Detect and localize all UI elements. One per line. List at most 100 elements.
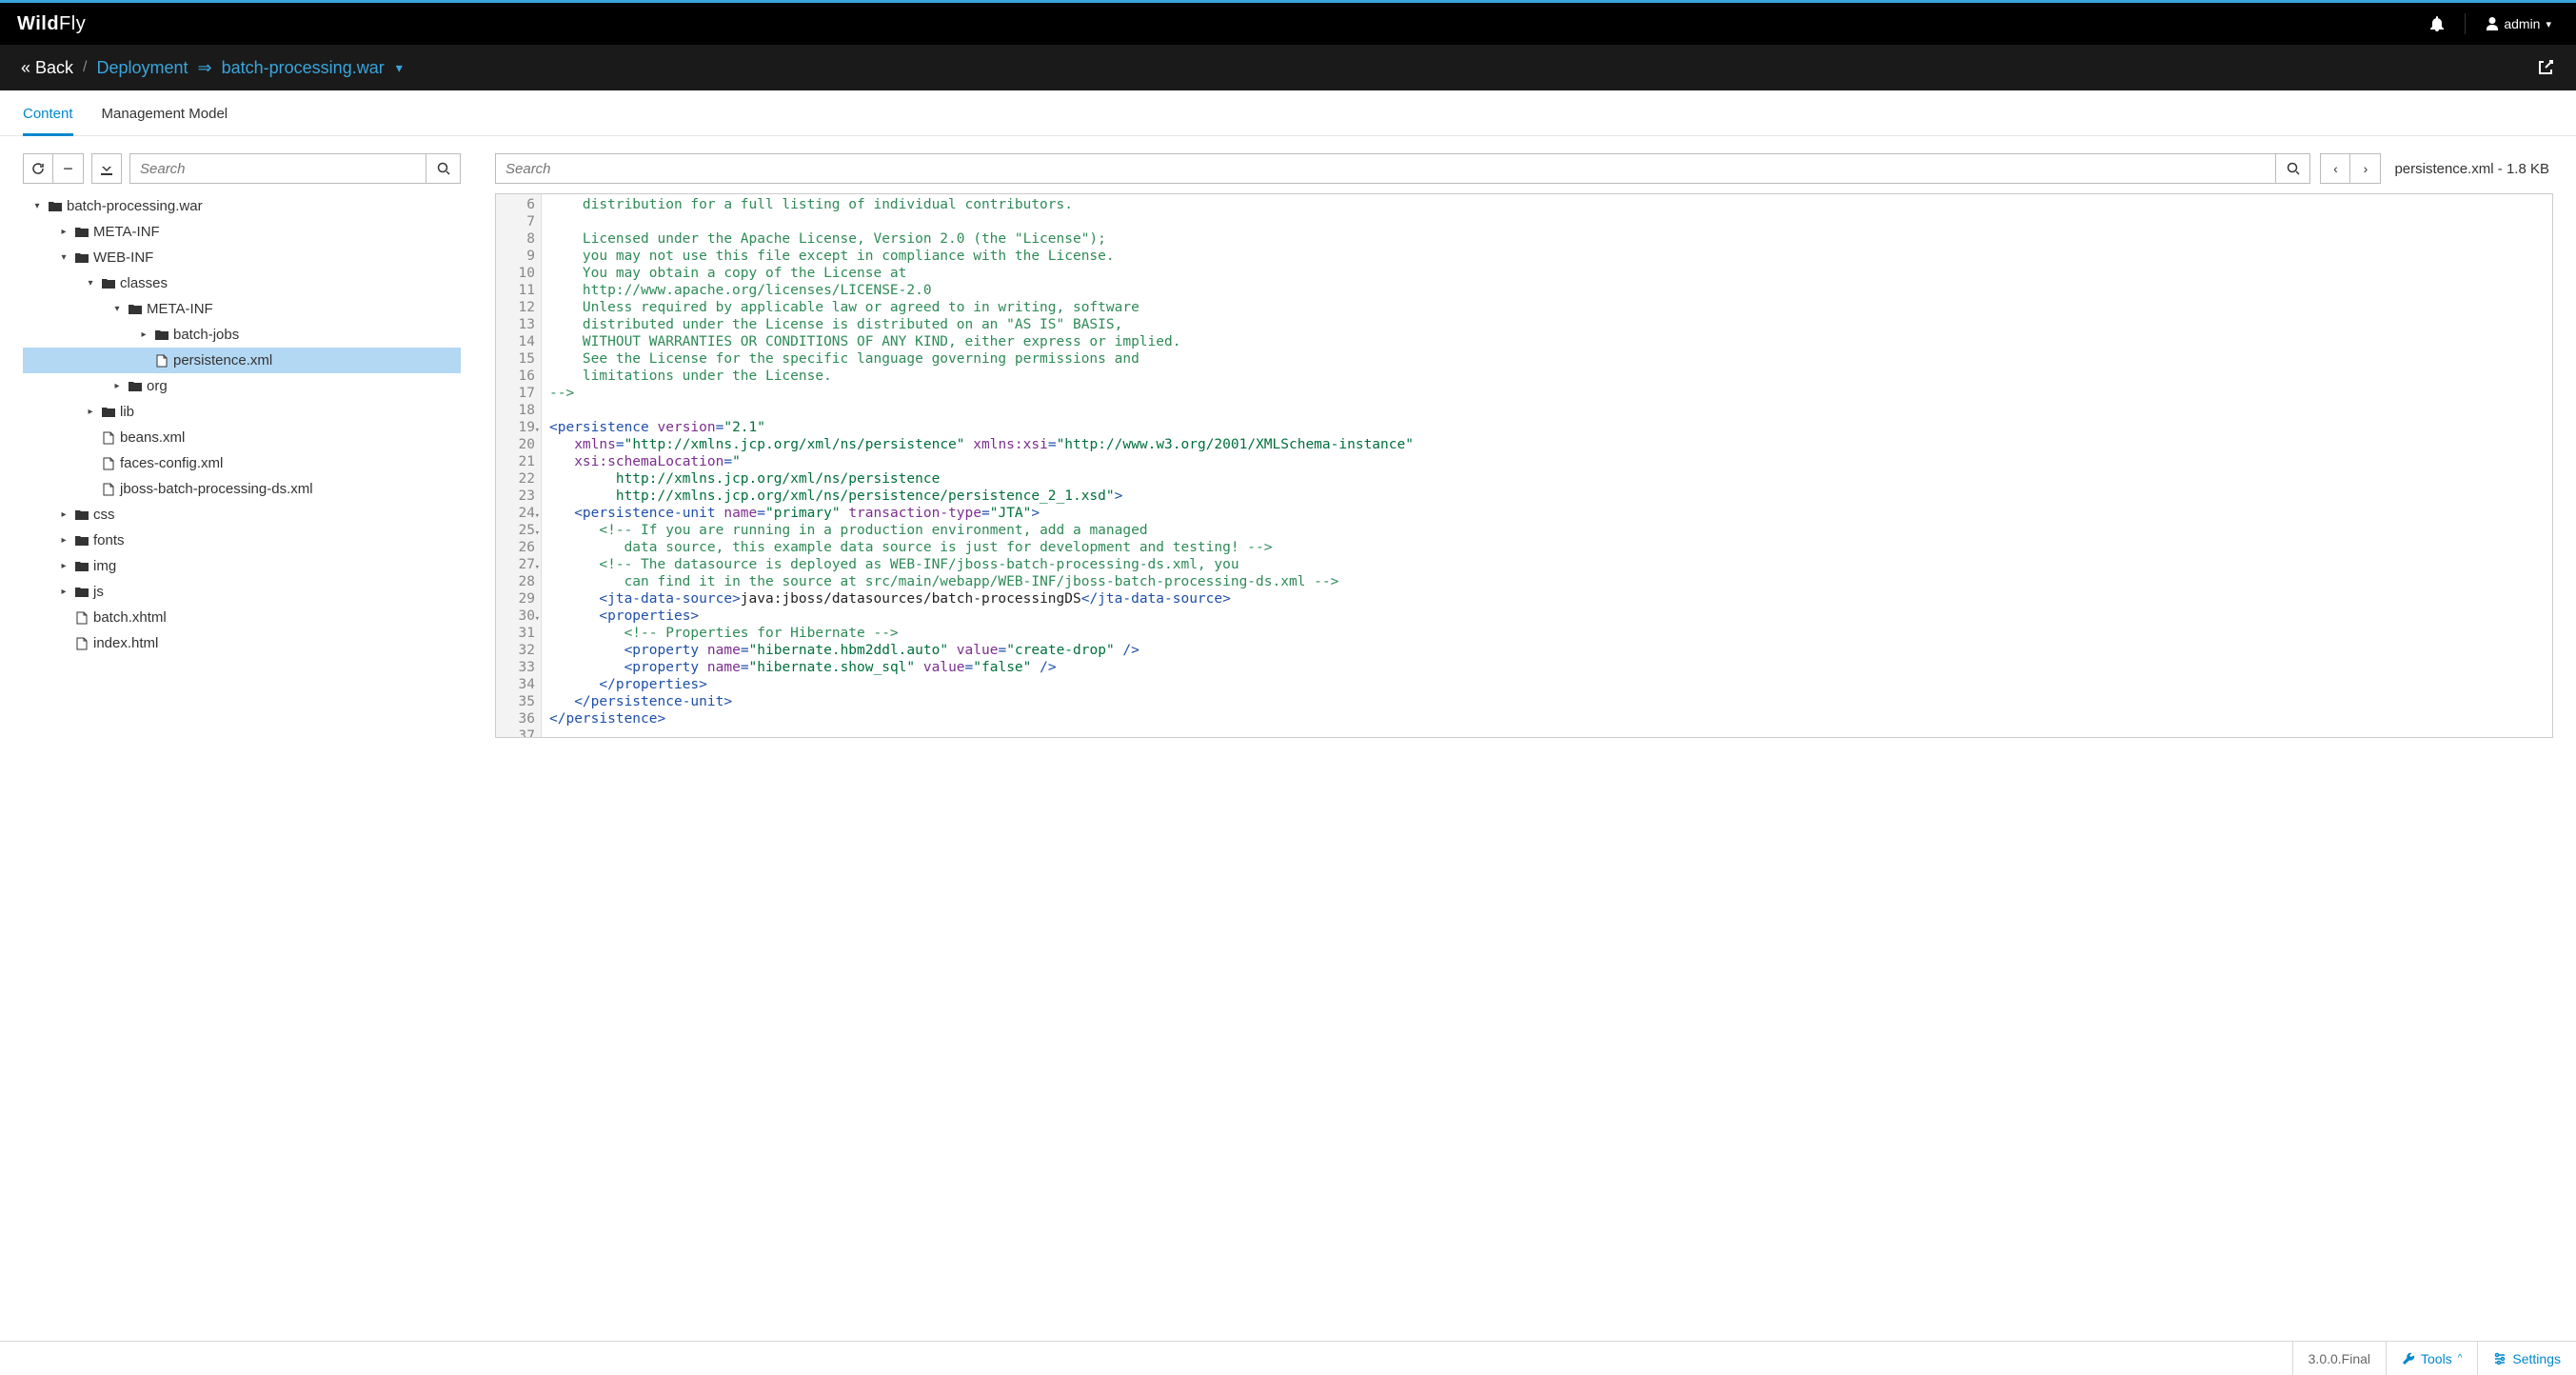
tree-item-root[interactable]: ▾ batch-processing.war bbox=[23, 193, 461, 219]
user-icon bbox=[2487, 17, 2498, 30]
version-label: 3.0.0.Final bbox=[2292, 1342, 2386, 1375]
tree-item-classes[interactable]: ▾ classes bbox=[23, 270, 461, 296]
refresh-button[interactable] bbox=[23, 153, 53, 184]
minus-icon: − bbox=[63, 160, 73, 177]
code-search-input[interactable] bbox=[495, 153, 2276, 184]
folder-icon bbox=[72, 252, 91, 264]
tree-item-web-inf[interactable]: ▾ WEB-INF bbox=[23, 245, 461, 270]
download-icon bbox=[100, 162, 113, 175]
folder-icon bbox=[152, 329, 171, 341]
back-link[interactable]: « Back bbox=[21, 58, 73, 78]
notifications-button[interactable] bbox=[2423, 10, 2451, 37]
expand-toggle-icon[interactable]: ▸ bbox=[55, 587, 72, 597]
breadcrumb: « Back / Deployment ⇒ batch-processing.w… bbox=[21, 58, 403, 78]
expand-toggle-icon[interactable]: ▸ bbox=[55, 535, 72, 546]
right-pane: ‹ › persistence.xml - 1.8 KB 67891011121… bbox=[495, 153, 2553, 738]
expand-toggle-icon[interactable]: ▾ bbox=[29, 201, 46, 211]
folder-icon bbox=[126, 381, 145, 392]
tree-item-classes-meta-inf[interactable]: ▾ META-INF bbox=[23, 296, 461, 322]
tree-item-beans-xml[interactable]: beans.xml bbox=[23, 425, 461, 450]
breadcrumb-arrow: ⇒ bbox=[198, 58, 212, 78]
editor-code: distribution for a full listing of indiv… bbox=[542, 194, 2552, 737]
tree-search-button[interactable] bbox=[426, 153, 461, 184]
expand-toggle-icon[interactable]: ▸ bbox=[55, 227, 72, 237]
folder-icon bbox=[72, 587, 91, 598]
folder-icon bbox=[99, 407, 118, 418]
left-pane: − ▾ batch-processing.war ▸ META-INF bbox=[23, 153, 461, 738]
topbar: WildFly admin ▾ bbox=[0, 3, 2576, 45]
footer: 3.0.0.Final Tools ^ Settings bbox=[0, 1341, 2576, 1375]
tree-item-css[interactable]: ▸ css bbox=[23, 502, 461, 528]
file-info-label: persistence.xml - 1.8 KB bbox=[2390, 161, 2553, 177]
tree-item-meta-inf[interactable]: ▸ META-INF bbox=[23, 219, 461, 245]
brand: WildFly bbox=[17, 13, 86, 35]
right-toolbar: ‹ › persistence.xml - 1.8 KB bbox=[495, 153, 2553, 184]
file-icon bbox=[99, 483, 118, 496]
expand-toggle-icon[interactable]: ▾ bbox=[109, 304, 126, 314]
external-link-icon bbox=[2536, 58, 2555, 77]
topbar-separator bbox=[2465, 13, 2466, 34]
search-prev-button[interactable]: ‹ bbox=[2320, 153, 2350, 184]
user-name: admin bbox=[2504, 16, 2540, 31]
file-tree: ▾ batch-processing.war ▸ META-INF ▾ WEB-… bbox=[23, 193, 461, 656]
expand-toggle-icon[interactable]: ▸ bbox=[55, 561, 72, 571]
editor-gutter: 678910111213141516171819▾2021222324▾25▾2… bbox=[496, 194, 542, 737]
expand-toggle-icon[interactable]: ▾ bbox=[55, 252, 72, 263]
sliders-icon bbox=[2493, 1352, 2507, 1365]
tree-item-img[interactable]: ▸ img bbox=[23, 553, 461, 579]
tabs: Content Management Model bbox=[0, 92, 2576, 136]
tree-item-lib[interactable]: ▸ lib bbox=[23, 399, 461, 425]
refresh-icon bbox=[31, 162, 45, 175]
breadcrumb-dropdown[interactable]: ▾ bbox=[396, 60, 403, 76]
folder-icon bbox=[72, 561, 91, 572]
search-next-button[interactable]: › bbox=[2350, 153, 2381, 184]
file-icon bbox=[99, 457, 118, 470]
breadcrumb-bar: « Back / Deployment ⇒ batch-processing.w… bbox=[0, 45, 2576, 90]
tree-item-batch-xhtml[interactable]: batch.xhtml bbox=[23, 605, 461, 630]
folder-icon bbox=[126, 304, 145, 315]
tab-management-model[interactable]: Management Model bbox=[102, 92, 228, 135]
expand-toggle-icon[interactable]: ▸ bbox=[109, 381, 126, 391]
settings-menu[interactable]: Settings bbox=[2477, 1342, 2576, 1375]
expand-toggle-icon[interactable]: ▾ bbox=[82, 278, 99, 289]
user-menu[interactable]: admin ▾ bbox=[2479, 10, 2559, 37]
file-icon bbox=[99, 431, 118, 445]
tree-item-batch-jobs[interactable]: ▸ batch-jobs bbox=[23, 322, 461, 348]
tree-item-js[interactable]: ▸ js bbox=[23, 579, 461, 605]
folder-icon bbox=[72, 509, 91, 521]
tree-item-index-html[interactable]: index.html bbox=[23, 630, 461, 656]
chevron-right-icon: › bbox=[2364, 161, 2368, 176]
download-button[interactable] bbox=[91, 153, 122, 184]
expand-toggle-icon[interactable]: ▸ bbox=[82, 407, 99, 417]
folder-icon bbox=[72, 227, 91, 238]
tree-item-org[interactable]: ▸ org bbox=[23, 373, 461, 399]
code-editor[interactable]: 678910111213141516171819▾2021222324▾25▾2… bbox=[495, 193, 2553, 738]
search-icon bbox=[437, 162, 450, 175]
bell-icon bbox=[2430, 16, 2444, 31]
left-toolbar: − bbox=[23, 153, 461, 184]
wrench-icon bbox=[2402, 1352, 2415, 1365]
collapse-button[interactable]: − bbox=[53, 153, 84, 184]
tree-search-input[interactable] bbox=[129, 153, 426, 184]
code-search-button[interactable] bbox=[2276, 153, 2310, 184]
tree-item-persistence-xml[interactable]: persistence.xml bbox=[23, 348, 461, 373]
tree-item-jboss-ds-xml[interactable]: jboss-batch-processing-ds.xml bbox=[23, 476, 461, 502]
breadcrumb-deployment[interactable]: Deployment bbox=[96, 58, 188, 78]
file-icon bbox=[72, 637, 91, 650]
folder-icon bbox=[72, 535, 91, 547]
expand-toggle-icon[interactable]: ▸ bbox=[55, 509, 72, 520]
tools-menu[interactable]: Tools ^ bbox=[2386, 1342, 2477, 1375]
breadcrumb-current[interactable]: batch-processing.war bbox=[222, 58, 385, 78]
tree-item-fonts[interactable]: ▸ fonts bbox=[23, 528, 461, 553]
tree-item-faces-config-xml[interactable]: faces-config.xml bbox=[23, 450, 461, 476]
open-external-button[interactable] bbox=[2536, 58, 2555, 77]
chevron-down-icon: ▾ bbox=[2546, 18, 2551, 30]
folder-icon bbox=[46, 201, 65, 212]
folder-icon bbox=[99, 278, 118, 289]
tab-content[interactable]: Content bbox=[23, 92, 73, 136]
chevron-up-icon: ^ bbox=[2458, 1353, 2463, 1364]
breadcrumb-separator: / bbox=[83, 59, 87, 76]
expand-toggle-icon[interactable]: ▸ bbox=[135, 329, 152, 340]
search-icon bbox=[2287, 162, 2300, 175]
file-icon bbox=[152, 354, 171, 368]
